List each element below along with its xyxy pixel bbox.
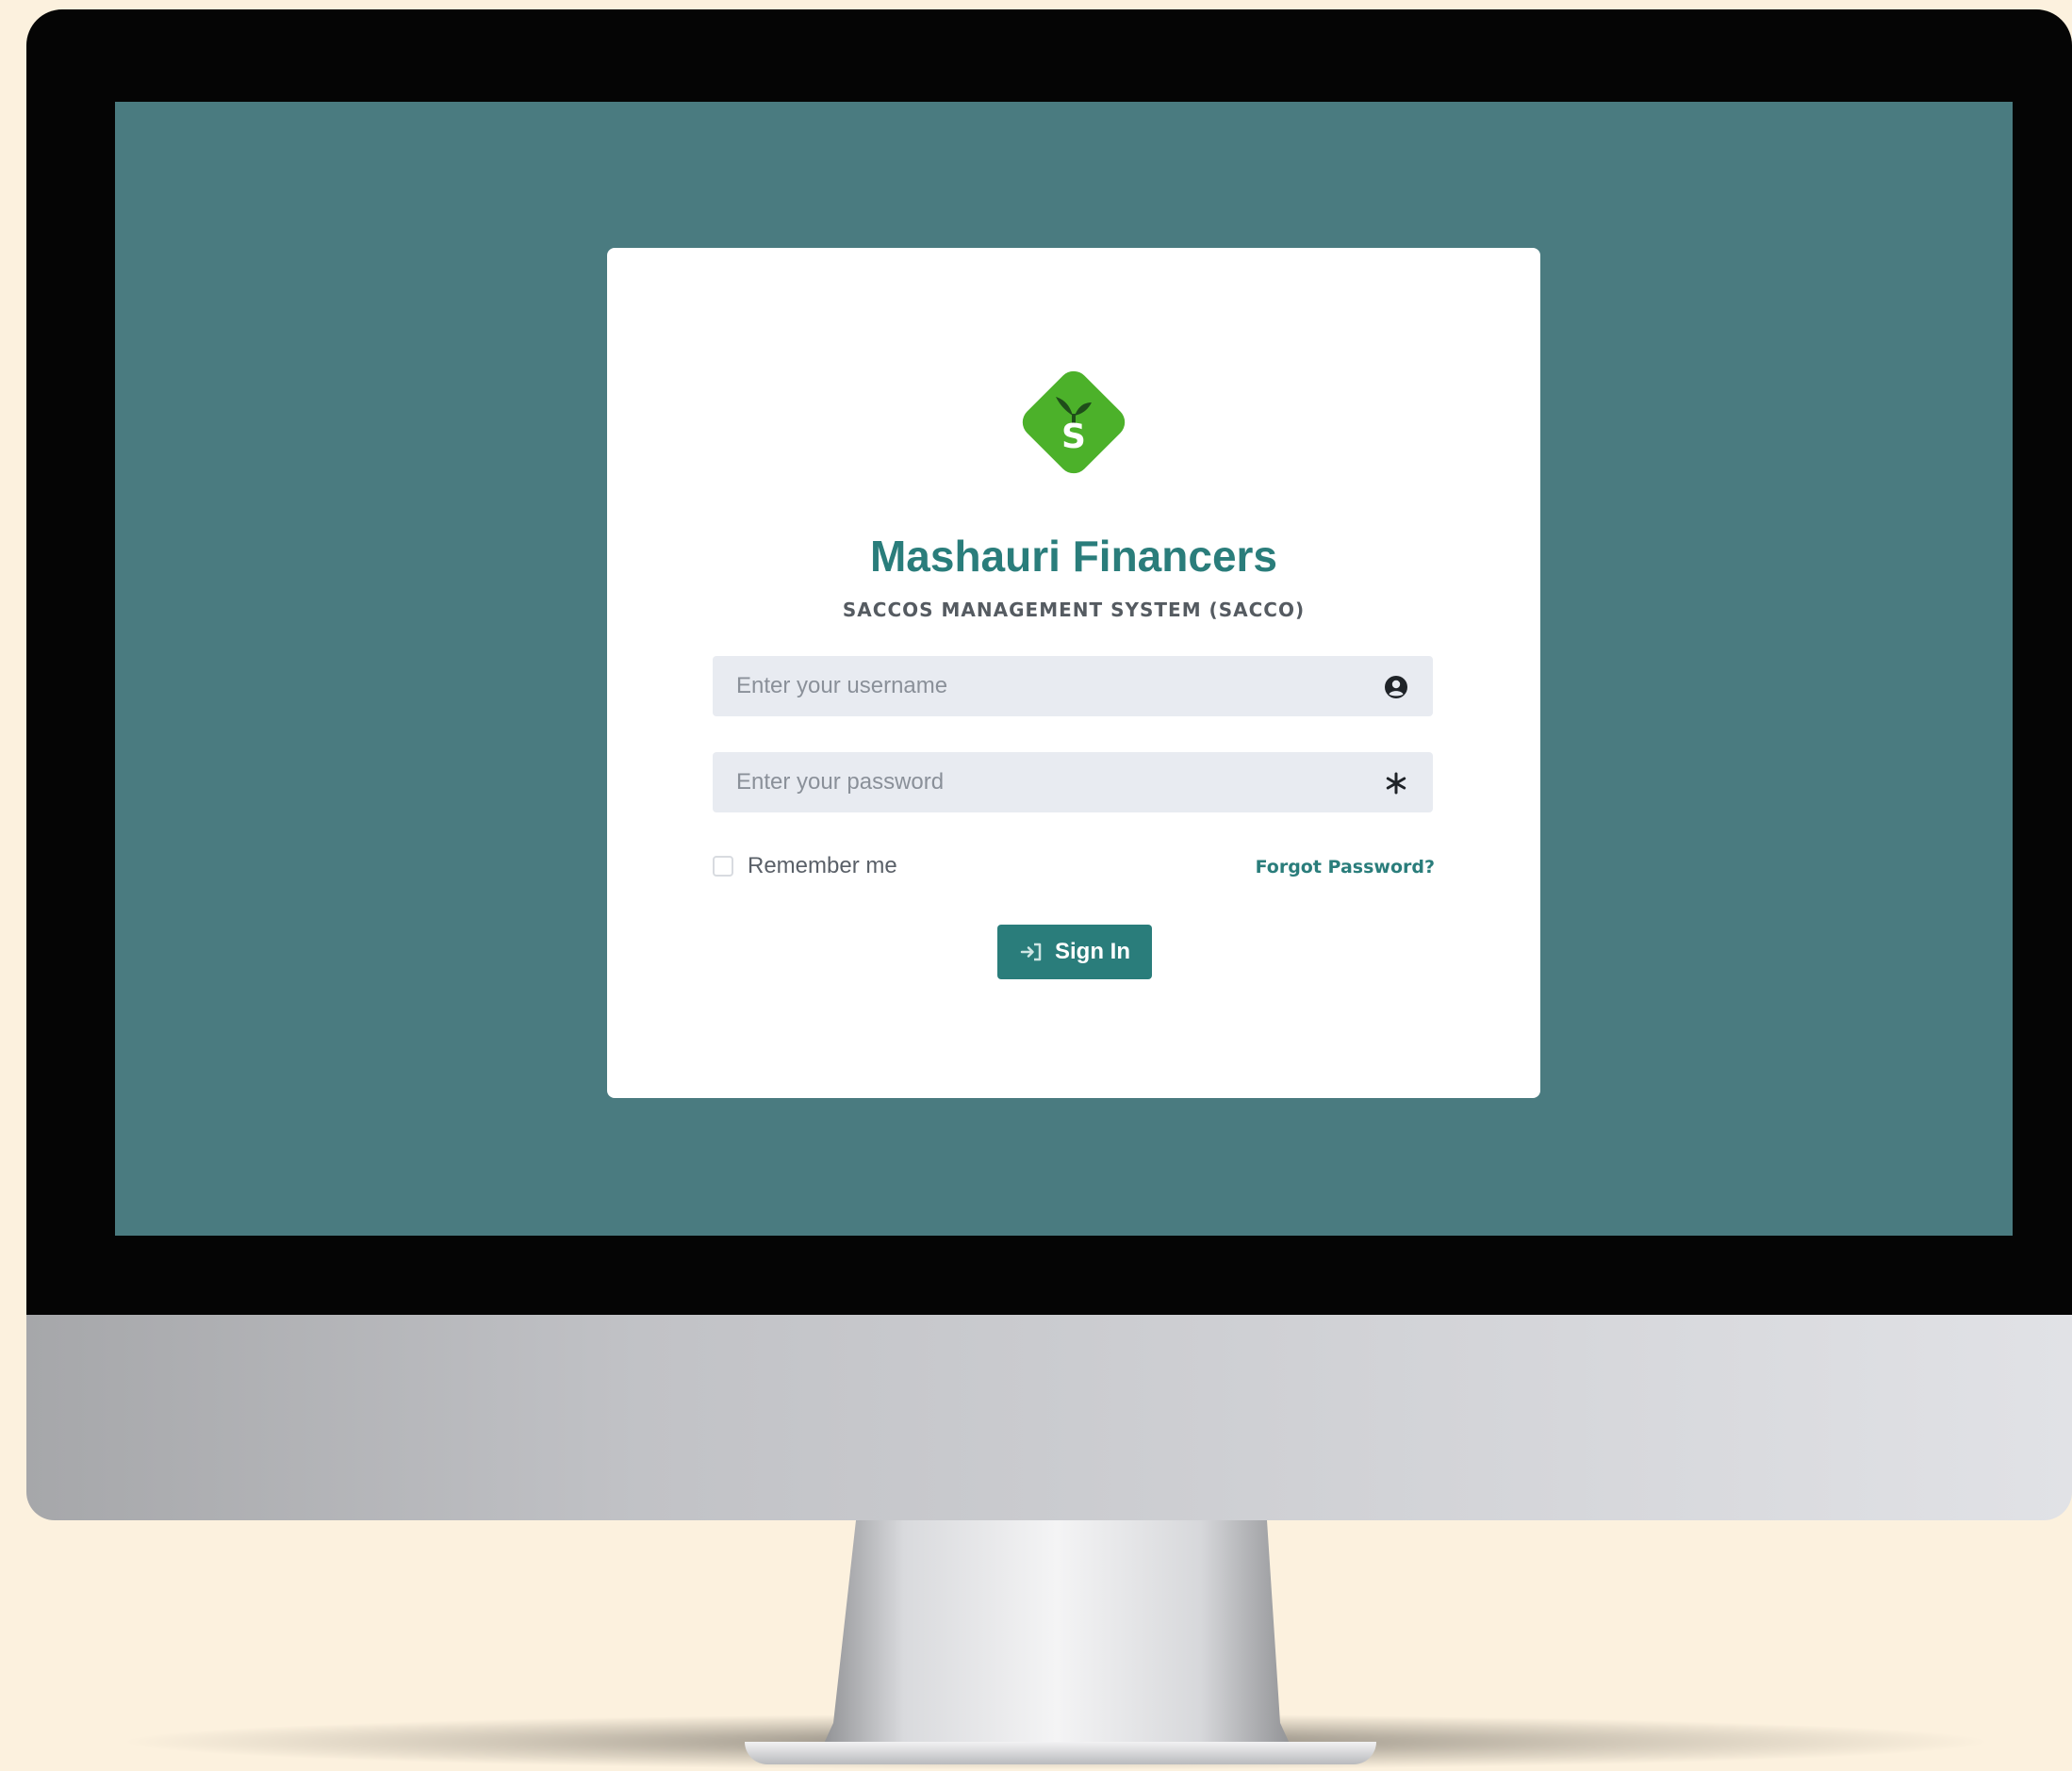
monitor-chin	[26, 1315, 2072, 1520]
asterisk-icon	[1386, 772, 1406, 795]
sprout-dollar-logo-icon: S	[1022, 370, 1126, 474]
monitor-stand	[818, 1520, 1295, 1756]
username-input[interactable]	[713, 656, 1377, 716]
password-input[interactable]	[713, 752, 1377, 812]
sign-in-icon	[1020, 943, 1042, 961]
login-screen: S Mashauri Financers SACCOS MANAGEMENT S…	[115, 102, 2013, 1236]
app-subtitle: SACCOS MANAGEMENT SYSTEM (SACCO)	[842, 599, 1306, 621]
sign-in-button[interactable]: Sign In	[997, 925, 1152, 979]
svg-text:S: S	[1061, 418, 1086, 456]
user-circle-icon	[1385, 676, 1407, 698]
app-logo: S	[1012, 361, 1135, 484]
remember-me-label[interactable]: Remember me	[748, 853, 897, 879]
monitor-stand-base	[745, 1742, 1376, 1764]
app-title: Mashauri Financers	[869, 532, 1278, 581]
username-field-group	[713, 656, 1433, 716]
login-card: S Mashauri Financers SACCOS MANAGEMENT S…	[607, 248, 1540, 1098]
password-field-group	[713, 752, 1433, 812]
sign-in-label: Sign In	[1055, 939, 1130, 964]
forgot-password-link[interactable]: Forgot Password?	[1256, 857, 1435, 877]
remember-me-checkbox[interactable]	[713, 856, 733, 877]
